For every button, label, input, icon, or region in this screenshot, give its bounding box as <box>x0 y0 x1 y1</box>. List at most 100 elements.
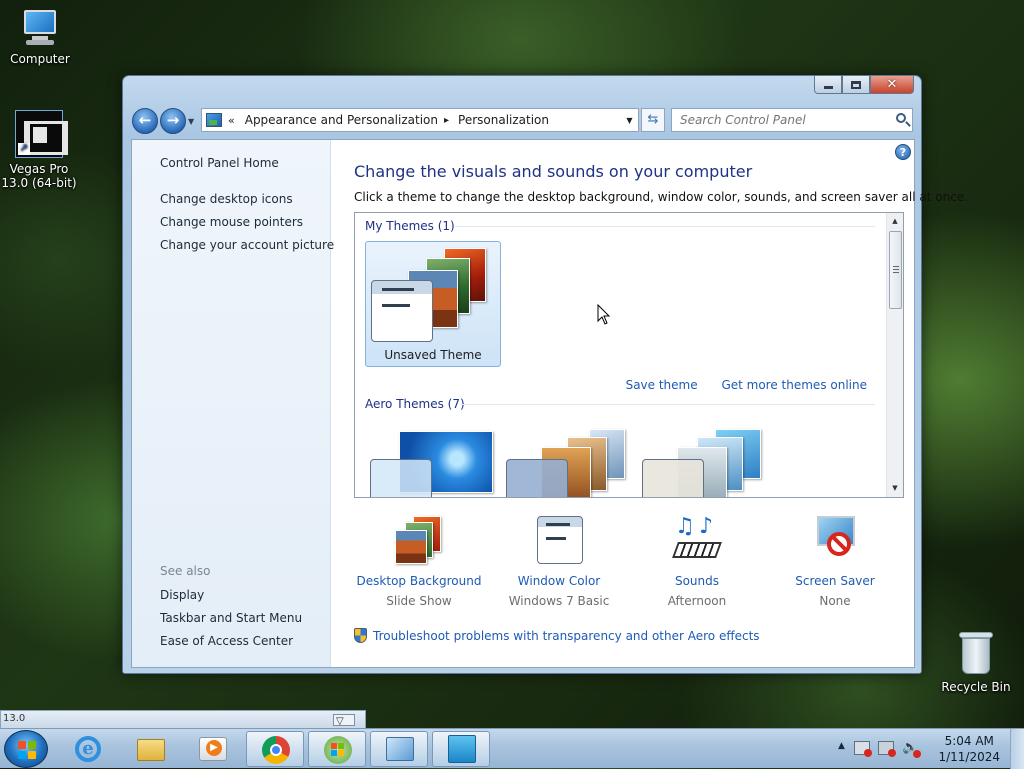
close-button[interactable]: ✕ <box>870 76 914 94</box>
window-color-link[interactable]: Window Color <box>494 574 624 588</box>
show-desktop-button[interactable] <box>1010 729 1024 769</box>
internet-explorer-icon: e <box>75 736 101 762</box>
maximize-button[interactable] <box>842 76 870 94</box>
theme-actions: Save theme Get more themes online <box>606 378 867 392</box>
window-color-preview <box>506 459 568 497</box>
sounds-setting[interactable]: ♫ ♪ Sounds Afternoon <box>632 514 762 608</box>
scroll-down-button[interactable]: ▼ <box>887 480 903 497</box>
window-icon <box>448 735 476 763</box>
folder-icon <box>137 739 165 761</box>
taskbar-control-panel-window[interactable] <box>308 731 366 767</box>
control-panel-icon <box>206 113 222 127</box>
forward-button[interactable]: → <box>160 108 186 134</box>
group-divider <box>455 226 875 227</box>
sounds-link[interactable]: Sounds <box>632 574 762 588</box>
breadcrumb-overflow[interactable]: « <box>228 114 235 127</box>
taskbar-start-menu-link[interactable]: Taskbar and Start Menu <box>160 611 302 625</box>
recycle-bin-icon <box>957 630 995 676</box>
screen-saver-icon <box>809 514 861 566</box>
uac-shield-icon <box>354 628 367 643</box>
volume-icon[interactable]: 🔈 <box>902 741 921 758</box>
taskbar-media-player[interactable]: ▶ <box>184 731 242 767</box>
clock-date: 1/11/2024 <box>938 750 1000 764</box>
sounds-value: Afternoon <box>667 594 727 608</box>
my-themes-heading: My Themes (1) <box>365 219 455 233</box>
theme-architecture[interactable] <box>501 423 637 497</box>
computer-icon <box>18 8 62 48</box>
scroll-up-button[interactable]: ▲ <box>887 213 903 230</box>
minimize-button[interactable] <box>814 76 842 94</box>
system-tray: ▲ 🔈 5:04 AM 1/11/2024 <box>834 729 1024 769</box>
theme-settings-row: Desktop Background Slide Show Window Col… <box>354 514 904 614</box>
search-icon[interactable] <box>896 113 906 123</box>
scroll-thumb[interactable] <box>889 231 902 309</box>
show-hidden-icons-button[interactable]: ▲ <box>838 741 845 751</box>
group-divider <box>461 404 875 405</box>
main-content: ? Change the visuals and sounds on your … <box>332 140 968 667</box>
recent-pages-dropdown[interactable]: ▼ <box>188 117 194 126</box>
refresh-button[interactable]: ⇆ <box>641 108 665 132</box>
chevron-down-icon: ▼ <box>892 484 898 492</box>
address-dropdown-button[interactable]: ▼ <box>620 116 638 125</box>
screen-saver-value: None <box>819 594 851 608</box>
theme-label: Unsaved Theme <box>384 348 482 362</box>
change-account-picture-link[interactable]: Change your account picture <box>160 238 334 252</box>
help-button[interactable]: ? <box>895 144 911 160</box>
window-color-setting[interactable]: Window Color Windows 7 Basic <box>494 514 624 608</box>
chrome-icon <box>262 736 290 764</box>
start-button[interactable] <box>4 730 48 768</box>
window-color-preview <box>642 459 704 497</box>
thumbnail-toggle-button[interactable]: ▽ <box>333 714 355 727</box>
back-button[interactable]: ← <box>132 108 158 134</box>
chevron-down-icon: ▼ <box>188 117 195 126</box>
breadcrumb-personalization[interactable]: Personalization <box>458 113 549 127</box>
aero-themes-heading: Aero Themes (7) <box>365 397 465 411</box>
close-icon: ✕ <box>886 77 898 92</box>
screen-saver-setting[interactable]: Screen Saver None <box>770 514 900 608</box>
media-player-icon: ▶ <box>199 737 227 761</box>
theme-list: My Themes (1) Unsaved Theme Save theme G… <box>354 212 904 498</box>
change-desktop-icons-link[interactable]: Change desktop icons <box>160 192 293 206</box>
change-mouse-pointers-link[interactable]: Change mouse pointers <box>160 215 303 229</box>
chevron-up-icon: ▲ <box>838 741 845 751</box>
ease-of-access-link[interactable]: Ease of Access Center <box>160 634 293 648</box>
taskbar-file-explorer[interactable] <box>122 731 180 767</box>
taskbar-personalization[interactable] <box>370 731 428 767</box>
theme-windows-7[interactable] <box>365 423 501 497</box>
taskbar-internet-explorer[interactable]: e <box>60 731 118 767</box>
minimize-icon <box>823 85 833 89</box>
desktop-background-setting[interactable]: Desktop Background Slide Show <box>354 514 484 608</box>
network-icon[interactable] <box>878 741 896 757</box>
troubleshoot-aero-link[interactable]: Troubleshoot problems with transparency … <box>373 629 760 643</box>
desktop-icon-label: Vegas Pro 13.0 (64-bit) <box>1 162 77 190</box>
desktop-background-value: Slide Show <box>386 594 452 608</box>
taskbar-thumbnail-strip: 13.0 ▽ <box>0 710 366 728</box>
shortcut-arrow-icon: ↗ <box>18 143 30 155</box>
taskbar-blank-app[interactable] <box>432 731 490 767</box>
control-panel-home-link[interactable]: Control Panel Home <box>160 156 279 170</box>
chevron-up-icon: ▲ <box>892 217 898 225</box>
window-client-area: Control Panel Home Change desktop icons … <box>131 139 968 668</box>
breadcrumb-separator-icon[interactable]: ▸ <box>444 115 449 126</box>
caption-buttons: ✕ <box>814 76 914 94</box>
desktop-icon-vegas-pro[interactable]: ↗ Vegas Pro 13.0 (64-bit) <box>0 110 78 190</box>
display-link[interactable]: Display <box>160 588 204 602</box>
taskbar-clock[interactable]: 5:04 AM 1/11/2024 <box>938 733 1000 765</box>
desktop-icon-computer[interactable]: Computer <box>0 8 80 66</box>
screen-saver-link[interactable]: Screen Saver <box>770 574 900 588</box>
page-subtitle: Click a theme to change the desktop back… <box>354 190 968 204</box>
refresh-icon: ⇆ <box>647 112 659 127</box>
search-input[interactable] <box>672 109 882 131</box>
save-theme-link[interactable]: Save theme <box>626 378 698 392</box>
theme-unsaved-theme[interactable]: Unsaved Theme <box>365 241 501 367</box>
breadcrumb-appearance[interactable]: Appearance and Personalization <box>245 113 438 127</box>
get-more-themes-link[interactable]: Get more themes online <box>721 378 867 392</box>
address-bar[interactable]: « Appearance and Personalization ▸ Perso… <box>201 108 639 132</box>
desktop-icon-recycle-bin[interactable]: Recycle Bin <box>936 630 1016 694</box>
taskbar-chrome[interactable] <box>246 731 304 767</box>
desktop-background-link[interactable]: Desktop Background <box>354 574 484 588</box>
desktop-background-icon <box>393 514 445 566</box>
action-center-icon[interactable] <box>854 741 872 757</box>
theme-list-scrollbar[interactable]: ▲ ▼ <box>886 213 903 497</box>
theme-characters[interactable] <box>637 423 773 497</box>
